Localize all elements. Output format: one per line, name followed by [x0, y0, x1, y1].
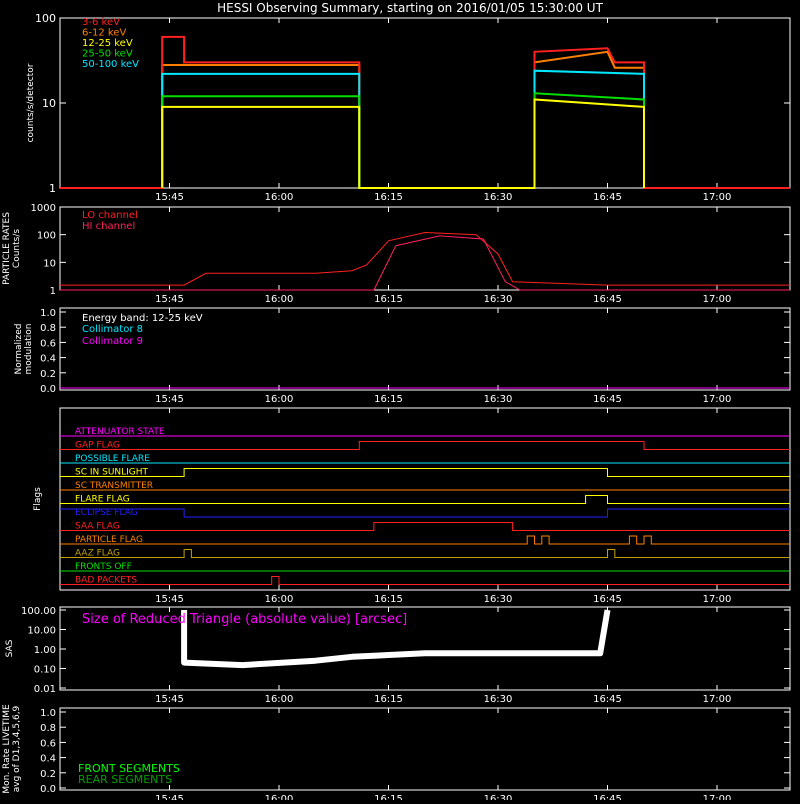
particle-panel-xtick-label: 16:30 [484, 294, 513, 305]
counts-legend-entry: 50-100 keV [82, 59, 139, 70]
modulation-panel-ylabel: Normalized [14, 323, 24, 374]
sas-panel-ytick-label: 0.10 [34, 665, 56, 676]
livetime-panel-ytick-label: 0.0 [40, 784, 56, 795]
particle-panel-ylabel: PARTICLE RATES [2, 212, 12, 285]
modulation-panel-xtick-label: 16:00 [265, 394, 294, 405]
sas-panel-ytick-label: 1.00 [34, 645, 56, 656]
livetime-panel-xtick-label: 16:30 [484, 794, 513, 800]
counts-panel-xtick-label: 16:30 [484, 192, 513, 203]
counts-panel-xtick-label: 16:00 [265, 192, 294, 203]
particle-panel-ytick-label: 100 [37, 231, 56, 242]
livetime-panel-ytick-label: 0.2 [40, 769, 56, 780]
counts-panel-ytick-label: 10 [42, 97, 56, 110]
sas-panel-ylabel: SAS [5, 639, 15, 657]
flags-panel-ylabel: Flags [33, 487, 43, 511]
counts-panel-ytick-label: 1 [49, 182, 56, 195]
particle-panel-xtick-label: 16:15 [374, 294, 403, 305]
sas-panel-xtick-label: 16:15 [374, 694, 403, 705]
modulation-annotation-collimator8: Collimator 8 [82, 324, 143, 335]
sas-panel-xtick-label: 17:00 [703, 694, 732, 705]
particle-panel-xtick-label: 16:45 [593, 294, 622, 305]
flags-panel-xtick-label: 15:45 [155, 594, 184, 605]
modulation-panel-ytick-label: 0.2 [40, 369, 56, 380]
particle-panel-xtick-label: 15:45 [155, 294, 184, 305]
livetime-panel-ytick-label: 0.6 [40, 738, 56, 749]
figure-svg: HESSI Observing Summary, starting on 201… [0, 0, 800, 804]
flags-panel-xtick-label: 16:00 [265, 594, 294, 605]
livetime-panel-xtick-label: 16:15 [374, 794, 403, 800]
flags-panel-xtick-label: 16:45 [593, 594, 622, 605]
modulation-panel-xtick-label: 16:45 [593, 394, 622, 405]
observing-summary-figure: HESSI Observing Summary, starting on 201… [0, 0, 800, 804]
particle-panel-ylabel: Counts/s [12, 229, 22, 268]
flags-panel-xtick-label: 16:15 [374, 594, 403, 605]
counts-legend-entry: 25-50 keV [82, 49, 133, 60]
modulation-panel-xtick-label: 16:30 [484, 394, 513, 405]
particle-panel-ytick-label: 10 [43, 258, 56, 269]
modulation-panel-ytick-label: 0.4 [40, 354, 56, 365]
counts-panel-xtick-label: 17:00 [703, 192, 732, 203]
livetime-panel-xtick-label: 15:45 [155, 794, 184, 800]
particle-panel-xtick-label: 17:00 [703, 294, 732, 305]
modulation-panel-xtick-label: 15:45 [155, 394, 184, 405]
counts-legend-entry: 12-25 keV [82, 38, 133, 49]
modulation-panel-ytick-label: 0.0 [40, 384, 56, 395]
livetime-panel-xtick-label: 16:00 [265, 794, 294, 800]
particle-panel-ytick-label: 1000 [31, 203, 56, 214]
modulation-panel-ytick-label: 1.0 [40, 308, 56, 319]
flags-panel-xtick-label: 17:00 [703, 594, 732, 605]
modulation-annotation-band: Energy band: 12-25 keV [82, 313, 203, 324]
sas-annotation: Size of Reduced Triangle (absolute value… [82, 612, 407, 627]
counts-panel-ylabel: counts/s/detector [26, 63, 36, 142]
modulation-panel-ylabel: modulation [24, 324, 34, 375]
livetime-panel-ytick-label: 0.8 [40, 723, 56, 734]
sas-panel-ytick-label: 100.00 [21, 606, 56, 617]
counts-panel-xtick-label: 15:45 [155, 192, 184, 203]
sas-panel-xtick-label: 16:30 [484, 694, 513, 705]
counts-legend-entry: 3-6 keV [82, 17, 120, 28]
livetime-panel-ylabel: Mon. Rate LIVETIME [2, 704, 12, 794]
sas-panel-ytick-label: 10.00 [27, 626, 56, 637]
modulation-annotation-collimator9: Collimator 9 [82, 336, 143, 347]
particle-panel-xtick-label: 16:00 [265, 294, 294, 305]
livetime-panel-xtick-label: 17:00 [703, 794, 732, 800]
counts-panel-xtick-label: 16:45 [593, 192, 622, 203]
counts-panel-xtick-label: 16:15 [374, 192, 403, 203]
counts-panel-ytick-label: 100 [35, 12, 56, 25]
livetime-panel-ylabel: avg of D1,3,4,5,6,9 [12, 705, 22, 792]
modulation-panel-xtick-label: 17:00 [703, 394, 732, 405]
livetime-panel-xtick-label: 16:45 [593, 794, 622, 800]
livetime-legend-rear: REAR SEGMENTS [78, 773, 172, 786]
sas-panel-xtick-label: 15:45 [155, 694, 184, 705]
sas-panel-xtick-label: 16:45 [593, 694, 622, 705]
modulation-panel-ytick-label: 0.6 [40, 338, 56, 349]
particle-legend-hi: HI channel [82, 221, 135, 232]
modulation-panel-xtick-label: 16:15 [374, 394, 403, 405]
sas-panel-xtick-label: 16:00 [265, 694, 294, 705]
particle-panel-ytick-label: 1 [50, 286, 56, 297]
modulation-panel-ytick-label: 0.8 [40, 323, 56, 334]
sas-panel-ytick-label: 0.01 [34, 684, 56, 695]
livetime-panel-ytick-label: 1.0 [40, 708, 56, 719]
figure-title: HESSI Observing Summary, starting on 201… [217, 1, 603, 15]
particle-legend-lo: LO channel [82, 210, 138, 221]
livetime-panel-ytick-label: 0.4 [40, 754, 56, 765]
flags-panel-xtick-label: 16:30 [484, 594, 513, 605]
counts-legend-entry: 6-12 keV [82, 28, 126, 39]
